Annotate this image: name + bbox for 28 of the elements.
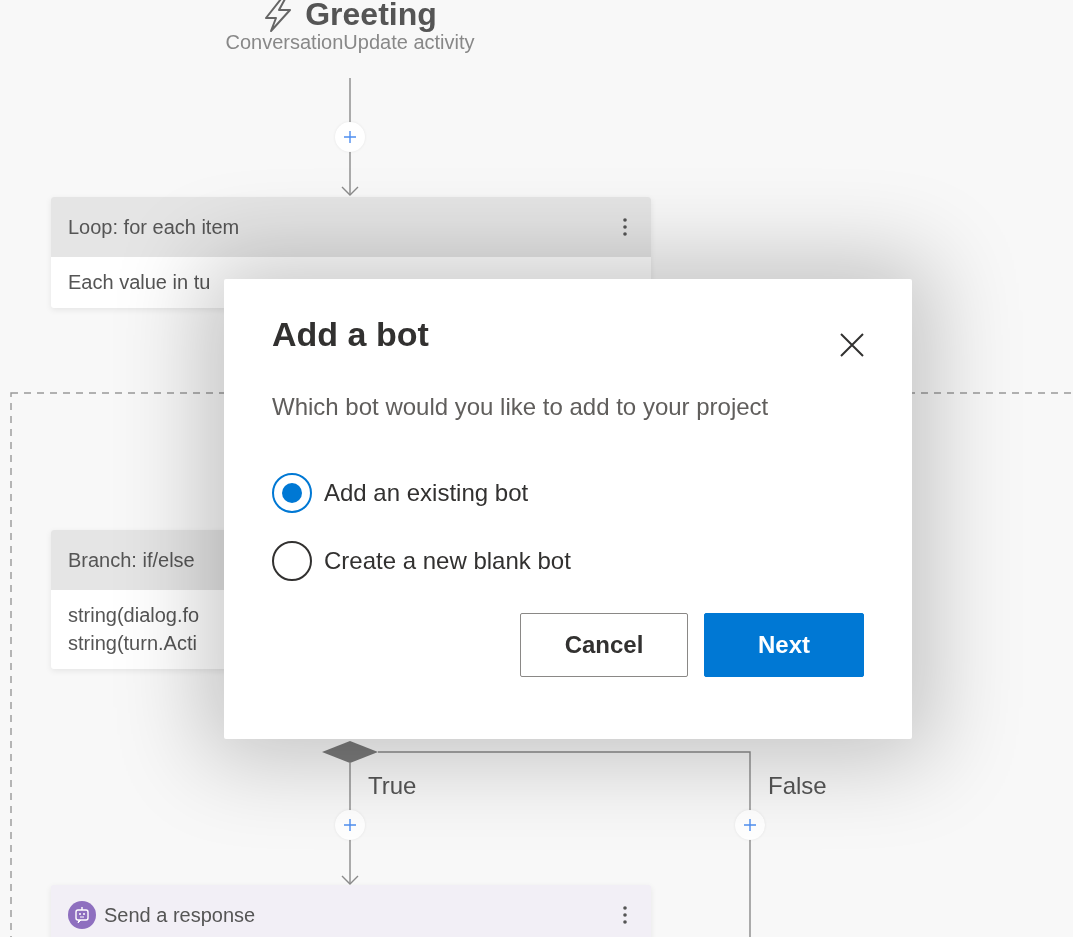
node-title: Loop: for each item — [68, 215, 240, 239]
lightning-icon — [263, 0, 294, 32]
branch-label: False — [768, 772, 827, 800]
bot-icon — [68, 901, 96, 929]
cancel-button[interactable]: Cancel — [520, 613, 688, 677]
dialog-title: Add a bot — [272, 315, 429, 354]
dialog-prompt: Which bot would you like to add to your project — [272, 393, 770, 421]
more-icon[interactable] — [623, 217, 627, 237]
node-title: Branch: if/else — [68, 548, 195, 572]
radio-button[interactable] — [272, 473, 312, 513]
node-card[interactable]: Send a response — [51, 885, 651, 937]
next-button[interactable]: Next — [704, 613, 864, 677]
node-expression: string(dialog.fo — [68, 603, 200, 627]
option-label[interactable]: Add an existing bot — [324, 479, 529, 507]
plus-icon — [743, 818, 757, 832]
node-expression: Each value in tu — [68, 270, 211, 294]
node-expression: string(turn.Acti — [68, 631, 197, 655]
branch-diamond — [322, 741, 378, 763]
option-label[interactable]: Create a new blank bot — [324, 547, 571, 575]
branch-label: True — [368, 772, 417, 800]
trigger-subtitle: ConversationUpdate activity — [225, 31, 475, 54]
node-title: Send a response — [104, 903, 256, 927]
close-icon — [840, 333, 864, 357]
more-icon[interactable] — [623, 905, 627, 925]
plus-icon — [343, 130, 357, 144]
radio-button[interactable] — [272, 541, 312, 581]
plus-icon — [343, 818, 357, 832]
trigger-title: Greeting — [305, 0, 437, 33]
